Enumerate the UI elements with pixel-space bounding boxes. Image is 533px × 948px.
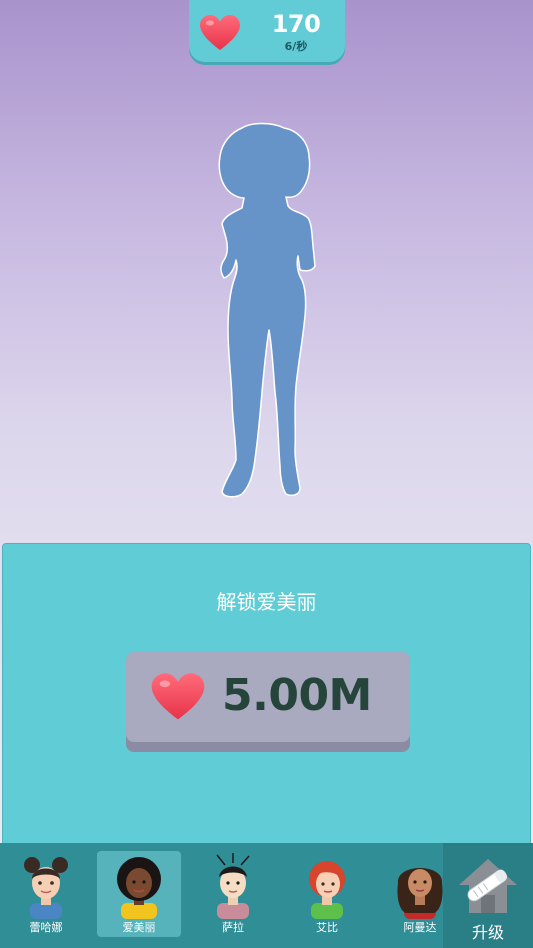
unlock-title: 解锁爱美丽 [216, 590, 317, 614]
character-portrait-2 [117, 857, 161, 919]
locked-character-silhouette [218, 122, 316, 498]
character-portrait-3 [216, 853, 250, 919]
character-tab-2[interactable]: 爱美丽 [97, 851, 181, 937]
character-tab-3[interactable]: 萨拉 [191, 851, 275, 937]
character-tab-1[interactable]: 蕾哈娜 [4, 851, 88, 937]
character-portrait-1 [24, 857, 68, 919]
character-tab-4[interactable]: 艾比 [285, 851, 369, 937]
unlock-price: 5.00M [222, 670, 372, 721]
character-name-4: 艾比 [316, 921, 338, 934]
character-name-1: 蕾哈娜 [29, 921, 63, 934]
hearts-count: 170 [271, 10, 321, 38]
upgrade-icon [459, 859, 517, 913]
hearts-counter: 170 6/秒 [189, 0, 345, 62]
unlock-button[interactable]: 5.00M [126, 652, 410, 752]
hearts-per-second: 6/秒 [284, 40, 308, 53]
unlock-panel: 解锁爱美丽 5.00M [2, 543, 531, 863]
character-portrait-4 [309, 861, 345, 919]
game-screen: 170 6/秒 解锁爱美丽 5.00M 蕾哈娜 爱美丽 萨拉 艾比 阿曼达 升级 [0, 0, 533, 948]
upgrade-label: 升级 [471, 923, 504, 942]
character-name-3: 萨拉 [222, 921, 244, 934]
heart-icon [200, 15, 240, 50]
bottom-nav: 蕾哈娜 爱美丽 萨拉 艾比 阿曼达 升级 [0, 843, 533, 948]
upgrade-button[interactable]: 升级 [443, 843, 533, 948]
character-portrait-5 [397, 868, 443, 919]
character-name-2: 爱美丽 [122, 921, 156, 934]
heart-icon [151, 673, 205, 720]
